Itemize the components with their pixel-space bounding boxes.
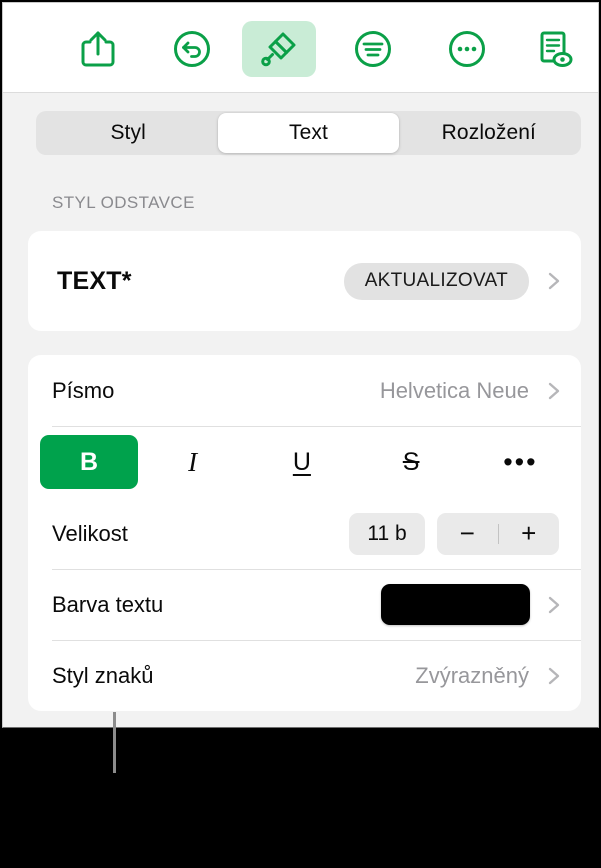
format-popover-panel: Styl Text Rozložení STYL ODSTAVCE TEXT* … — [2, 2, 599, 728]
more-icon — [448, 30, 486, 68]
font-size-label: Velikost — [52, 520, 128, 546]
chevron-right-icon — [543, 665, 565, 687]
font-label: Písmo — [52, 377, 115, 403]
tab-text[interactable]: Text — [218, 113, 399, 153]
more-options-button[interactable] — [430, 21, 504, 77]
document-preview-icon — [536, 29, 574, 69]
tab-rozlozeni[interactable]: Rozložení — [399, 113, 579, 153]
text-options-card: Písmo Helvetica Neue B I U S ••• Velikos… — [28, 355, 581, 711]
text-format-buttons-row: B I U S ••• — [28, 426, 581, 498]
paintbrush-icon — [259, 29, 299, 69]
tab-styl[interactable]: Styl — [38, 113, 218, 153]
bold-button[interactable]: B — [40, 435, 138, 489]
paragraph-style-section-header: STYL ODSTAVCE — [52, 193, 195, 212]
format-tabs[interactable]: Styl Text Rozložení — [36, 111, 581, 155]
align-text-icon — [354, 30, 392, 68]
strikethrough-button[interactable]: S — [357, 435, 466, 489]
font-size-stepper[interactable]: − + — [437, 512, 560, 555]
update-style-button[interactable]: AKTUALIZOVAT — [343, 262, 529, 300]
font-value: Helvetica Neue — [379, 377, 529, 403]
underline-button[interactable]: U — [247, 435, 356, 489]
chevron-right-icon — [543, 380, 565, 402]
italic-button[interactable]: I — [138, 435, 247, 489]
font-size-increase-button[interactable]: + — [499, 513, 560, 555]
chevron-right-icon — [543, 270, 565, 292]
insert-button[interactable] — [336, 21, 410, 77]
share-button[interactable] — [61, 21, 135, 77]
callout-leader-line — [113, 712, 116, 773]
font-size-row: Velikost 11 b − + — [28, 498, 581, 569]
paragraph-style-card: TEXT* AKTUALIZOVAT — [28, 231, 581, 331]
font-size-decrease-button[interactable]: − — [437, 513, 498, 555]
text-color-label: Barva textu — [52, 591, 164, 617]
character-style-value: Zvýrazněný — [415, 662, 529, 688]
chevron-right-icon — [543, 594, 565, 616]
more-format-button[interactable]: ••• — [466, 435, 575, 489]
screen: Styl Text Rozložení STYL ODSTAVCE TEXT* … — [0, 0, 601, 868]
paragraph-style-row[interactable]: TEXT* AKTUALIZOVAT — [28, 231, 581, 331]
font-row[interactable]: Písmo Helvetica Neue — [28, 355, 581, 426]
top-toolbar — [3, 3, 598, 93]
format-brush-button[interactable] — [242, 21, 316, 77]
share-icon — [81, 30, 115, 68]
text-color-row[interactable]: Barva textu — [28, 569, 581, 640]
undo-icon — [173, 30, 211, 68]
character-style-label: Styl znaků — [52, 662, 154, 688]
undo-button[interactable] — [155, 21, 229, 77]
paragraph-style-name: TEXT* — [57, 266, 132, 295]
document-preview-button[interactable] — [518, 21, 592, 77]
text-color-swatch[interactable] — [381, 584, 530, 625]
character-style-row[interactable]: Styl znaků Zvýrazněný — [28, 640, 581, 711]
font-size-value[interactable]: 11 b — [349, 512, 425, 555]
